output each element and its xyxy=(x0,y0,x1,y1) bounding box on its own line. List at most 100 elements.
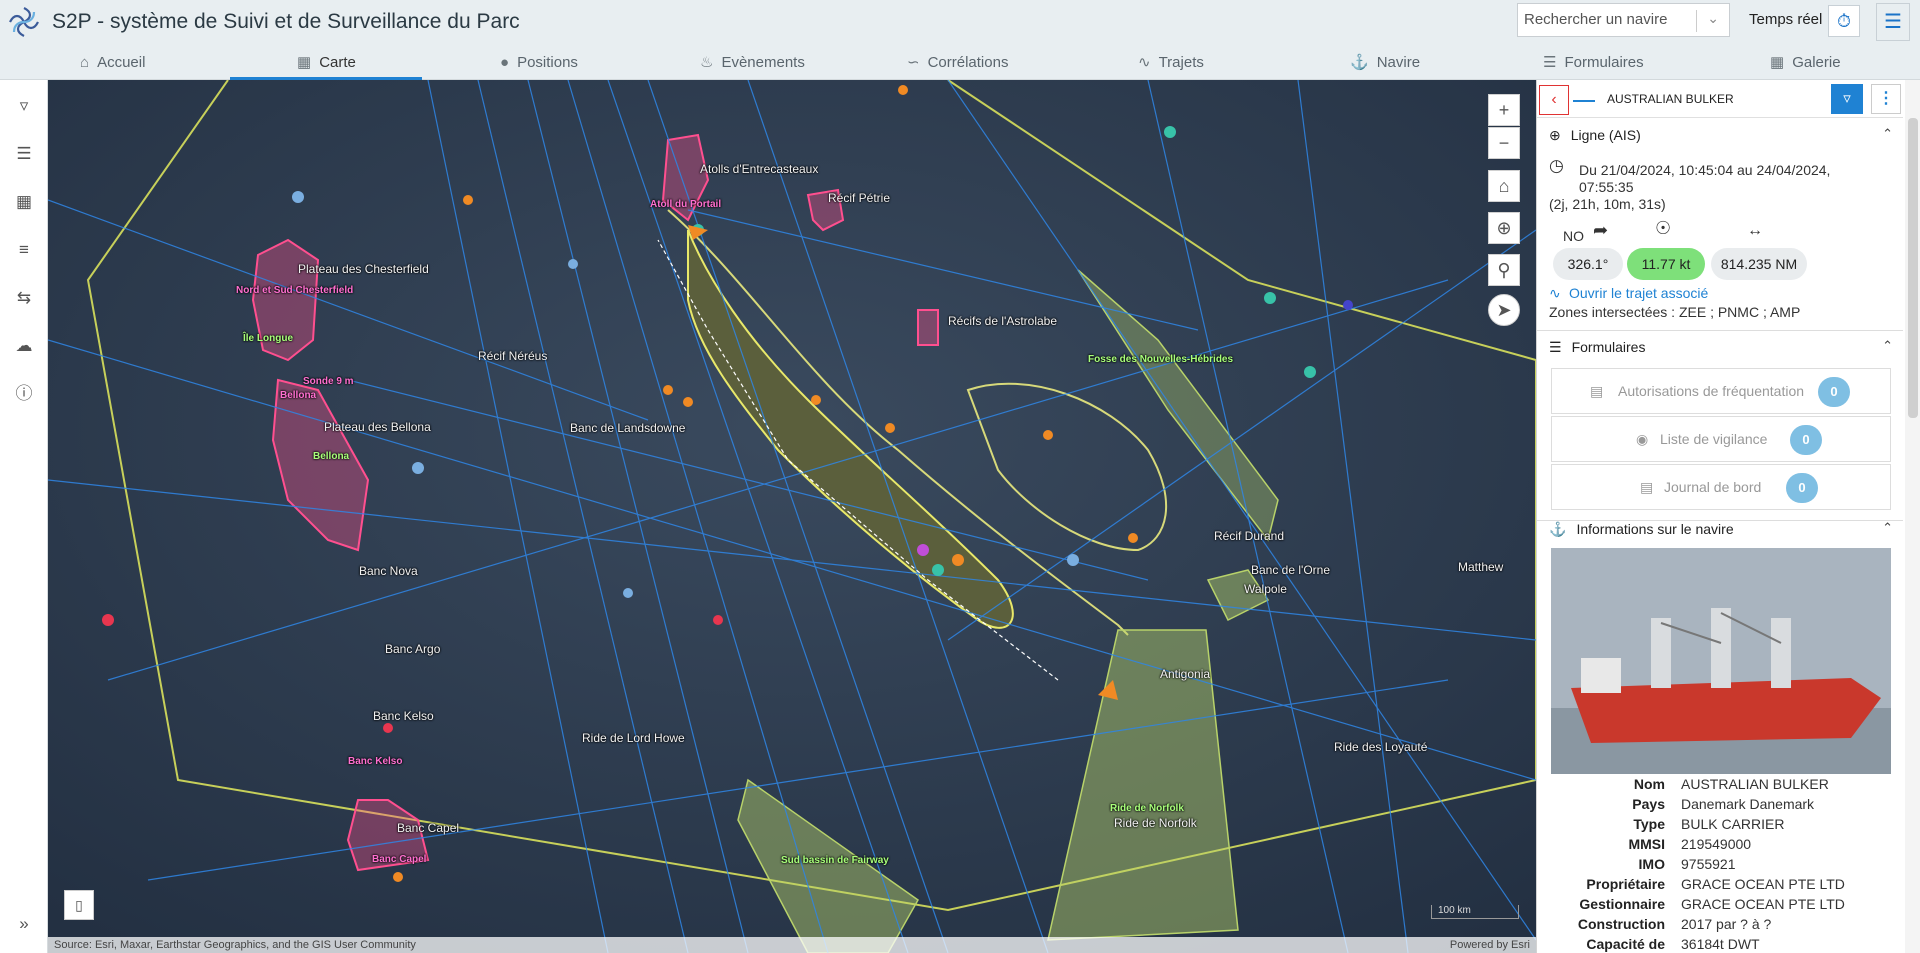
gallery-icon: ▦ xyxy=(1770,54,1785,71)
tab-positions[interactable]: ● Positions xyxy=(500,44,578,80)
tab-evenements[interactable]: ♨ Evènements xyxy=(700,44,805,80)
filter-icon[interactable]: ▿ xyxy=(12,94,36,118)
vessel-search-select[interactable]: Rechercher un navire ⌄ xyxy=(1517,3,1730,37)
pin-icon: ● xyxy=(500,53,510,71)
info-icon[interactable]: ⓘ xyxy=(12,382,36,406)
info-key: Capacité de charge xyxy=(1586,936,1665,953)
line-duration: (2j, 21h, 10m, 31s) xyxy=(1549,196,1666,212)
distance-icon: ↔ xyxy=(1747,222,1763,239)
tab-label: Accueil xyxy=(97,53,146,71)
map-label: Récif Durand xyxy=(1214,529,1285,543)
info-value: GRACE OCEAN PTE LTD xyxy=(1681,896,1845,912)
chevron-up-icon[interactable]: ⌃ xyxy=(1882,338,1893,354)
home-icon: ⌂ xyxy=(1498,176,1510,196)
map-label: Atolls d'Entrecasteaux xyxy=(700,162,819,176)
hamburger-icon: ☰ xyxy=(1884,11,1902,33)
map-toolbar: ▿ ☰ ▦ ≡ ⇆ ☁ ⓘ » xyxy=(0,80,48,953)
info-key: Construction xyxy=(1577,916,1665,932)
app-header: S2P - système de Suivi et de Surveillanc… xyxy=(0,0,1920,44)
map-search-button[interactable]: ⚲ xyxy=(1488,254,1520,286)
scale-bar: 100 km xyxy=(1431,905,1519,919)
back-button[interactable]: ‹ xyxy=(1539,85,1569,115)
map-label: Banc Capel xyxy=(372,854,427,865)
home-view-button[interactable]: ⌂ xyxy=(1488,170,1520,202)
section-line-header[interactable]: ⊕ Ligne (AIS) ⌃ xyxy=(1537,118,1903,152)
map-label: Banc Capel xyxy=(397,821,460,835)
form-row-vigilance[interactable]: ◉ Liste de vigilance 0 xyxy=(1551,416,1891,462)
crosshair-icon: ⊕ xyxy=(1549,126,1561,143)
chevron-up-icon[interactable]: ⌃ xyxy=(1882,126,1893,142)
zoom-out-button[interactable]: − xyxy=(1488,127,1520,159)
expand-icon[interactable]: » xyxy=(12,912,36,936)
map-label: Récif Pétrie xyxy=(828,191,891,205)
main-navigation: ⌂ Accueil ▦ Carte ● Positions ♨ Evènements ∽… xyxy=(0,44,1920,80)
tab-accueil[interactable]: ⌂ Accueil xyxy=(80,44,145,80)
map-label: Île Longue xyxy=(243,333,293,344)
realtime-toggle-button[interactable]: ⏱ xyxy=(1828,5,1860,37)
map-label: Sonde 9 m xyxy=(303,376,354,387)
form-row-journal[interactable]: ▤ Journal de bord 0 xyxy=(1551,464,1891,510)
info-value: BULK CARRIER xyxy=(1681,816,1785,832)
vessel-photo[interactable] xyxy=(1551,548,1891,774)
chevron-down-icon[interactable]: ⌄ xyxy=(1707,10,1719,27)
section-forms-header[interactable]: ☰ Formulaires ⌃ xyxy=(1537,330,1903,364)
map-label: Banc Argo xyxy=(385,642,441,656)
layers-icon[interactable]: ☰ xyxy=(12,142,36,166)
map-attribution: Source: Esri, Maxar, Earthstar Geographi… xyxy=(48,937,1536,953)
info-key: Gestionnaire xyxy=(1579,896,1665,912)
map-label: Nord et Sud Chesterfield xyxy=(236,285,354,296)
info-key: Propriétaire xyxy=(1586,876,1665,892)
vessel-name: AUSTRALIAN BULKER xyxy=(1607,92,1734,106)
zoom-in-button[interactable]: + xyxy=(1488,94,1520,126)
tab-navire[interactable]: ⚓ Navire xyxy=(1350,44,1420,80)
map-label: Récif Néréus xyxy=(478,349,548,363)
section-info-header[interactable]: ⚓ Informations sur le navire ⌃ xyxy=(1537,512,1903,546)
panel-scrollbar[interactable] xyxy=(1905,80,1920,953)
form-row-label: Journal de bord xyxy=(1664,479,1762,495)
chevron-up-icon[interactable]: ⌃ xyxy=(1882,520,1893,536)
line-period: Du 21/04/2024, 10:45:04 au 24/04/2024, 0… xyxy=(1579,162,1831,195)
tab-trajets[interactable]: ∿ Trajets xyxy=(1138,44,1204,80)
eye-icon: ◉ xyxy=(1636,431,1649,447)
grid-icon[interactable]: ▦ xyxy=(12,190,36,214)
form-row-autorisations[interactable]: ▤ Autorisations de fréquentation 0 xyxy=(1551,368,1891,414)
correlation-icon: ∽ xyxy=(907,54,920,71)
weather-icon[interactable]: ☁ xyxy=(12,334,36,358)
bell-icon: ♨ xyxy=(700,54,714,71)
map-label: Sud bassin de Fairway xyxy=(781,855,889,866)
tab-label: Positions xyxy=(517,53,578,71)
map-label: Banc de Landsdowne xyxy=(570,421,686,435)
tab-formulaires[interactable]: ☰ Formulaires xyxy=(1543,44,1644,80)
compass-button[interactable]: ➤ xyxy=(1488,294,1520,326)
map-label: Ride des Loyauté xyxy=(1334,740,1428,754)
tab-galerie[interactable]: ▦ Galerie xyxy=(1770,44,1841,80)
filter-icon: ▿ xyxy=(1843,90,1851,107)
bookmark-button[interactable]: ▯ xyxy=(64,890,94,920)
map-label: Walpole xyxy=(1244,582,1287,596)
vessel-photo-image xyxy=(1551,548,1891,774)
info-value: 36184t DWT xyxy=(1681,936,1760,952)
filter-button[interactable]: ▿ xyxy=(1831,84,1863,114)
map-label: Bellona xyxy=(280,390,317,401)
map-label: Plateau des Chesterfield xyxy=(298,262,429,276)
map-label: Banc Nova xyxy=(359,564,418,578)
tab-correlations[interactable]: ∽ Corrélations xyxy=(907,44,1008,80)
form-row-label: Autorisations de fréquentation xyxy=(1618,383,1805,399)
map-label: Ride de Lord Howe xyxy=(582,731,685,745)
locate-button[interactable]: ⊕ xyxy=(1488,212,1520,244)
cursor-direction-icon: ➦ xyxy=(1593,220,1609,240)
count-badge: 0 xyxy=(1786,473,1818,503)
list-icon[interactable]: ≡ xyxy=(12,238,36,262)
menu-button[interactable]: ☰ xyxy=(1876,3,1910,41)
map-label: Bellona xyxy=(313,451,350,462)
tab-label: Navire xyxy=(1376,53,1421,71)
speedometer-icon: ☉ xyxy=(1655,218,1672,238)
open-route-link[interactable]: Ouvrir le trajet associé xyxy=(1569,285,1708,302)
more-options-button[interactable]: ⋮ xyxy=(1871,84,1901,114)
form-icon: ☰ xyxy=(1543,54,1557,71)
measure-icon[interactable]: ⇆ xyxy=(12,286,36,310)
tab-carte[interactable]: ▦ Carte xyxy=(297,44,356,80)
map-view[interactable]: Atolls d'Entrecasteaux Atoll du Portail … xyxy=(48,80,1536,953)
info-value: 9755921 xyxy=(1681,856,1736,872)
scrollbar-thumb[interactable] xyxy=(1908,118,1918,418)
